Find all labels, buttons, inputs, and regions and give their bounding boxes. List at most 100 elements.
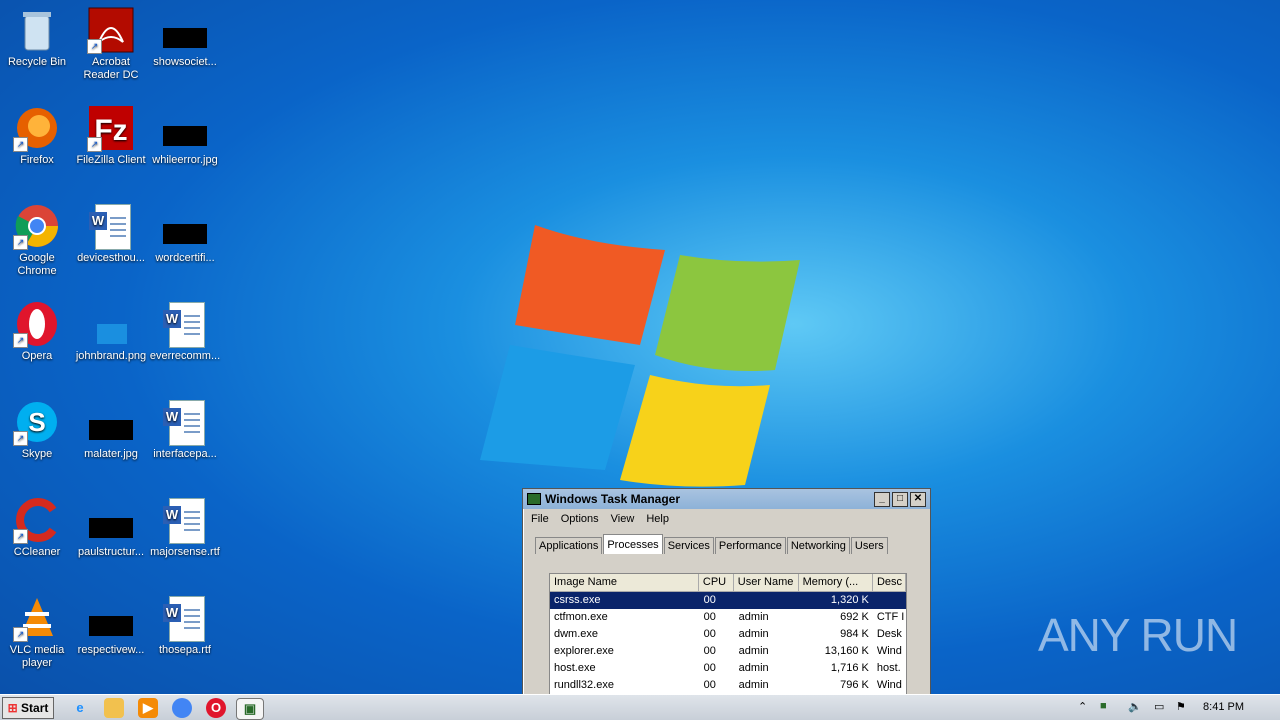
process-row[interactable]: ctfmon.exe 00 admin 692 K CTF I (550, 609, 906, 626)
chrome-icon: ↗ (13, 202, 61, 250)
image-file-icon (161, 202, 209, 250)
process-cell-name: dwm.exe (554, 628, 599, 640)
desktop-icon-thosepa[interactable]: W thosepa.rtf (148, 594, 222, 657)
tab-networking[interactable]: Networking (786, 537, 850, 554)
desktop-icon-acrobat[interactable]: ↗ Acrobat Reader DC (74, 6, 148, 82)
process-cell-user: admin (738, 628, 769, 640)
process-row[interactable]: host.exe 00 admin 1,716 K host. (550, 660, 906, 677)
internet-explorer-icon[interactable]: e (70, 698, 90, 718)
desktop-icon-showsociet[interactable]: showsociet... (148, 6, 222, 69)
chrome-taskbar-icon[interactable] (172, 698, 192, 718)
desktop-icon-vlc[interactable]: ↗ VLC media player (0, 594, 74, 670)
process-row[interactable]: csrss.exe 00 1,320 K (550, 592, 906, 609)
image-file-icon (87, 496, 135, 544)
process-cell-user (735, 592, 801, 609)
desktop-icon-whileerror[interactable]: whileerror.jpg (148, 104, 222, 167)
desktop-icon-recycle-bin[interactable]: Recycle Bin (0, 6, 74, 69)
minimize-button[interactable]: _ (874, 491, 890, 507)
word-doc-icon: W (161, 300, 209, 348)
desktop-icon-everrecomm[interactable]: W everrecomm... (148, 300, 222, 363)
start-button[interactable]: ⊞ Start (2, 697, 54, 719)
clock[interactable]: 8:41 PM (1203, 701, 1244, 713)
volume-icon[interactable]: 🔈 (1128, 700, 1142, 713)
maximize-button[interactable]: □ (892, 491, 908, 507)
process-cell-desc: Desk (876, 628, 902, 640)
close-button[interactable]: ✕ (910, 491, 926, 507)
menu-file[interactable]: File (531, 513, 549, 525)
process-row[interactable]: dwm.exe 00 admin 984 K Desk (550, 626, 906, 643)
tab-services[interactable]: Services (663, 537, 714, 554)
process-cell-name: rundll32.exe (554, 679, 614, 691)
windows-flag-icon: ⊞ (7, 701, 18, 715)
word-doc-icon: W (161, 496, 209, 544)
desktop-icon-skype[interactable]: S ↗ Skype (0, 398, 74, 461)
process-row[interactable]: rundll32.exe 00 admin 796 K Wind (550, 677, 906, 694)
tab-performance[interactable]: Performance (714, 537, 786, 554)
desktop-icon-devicesthou[interactable]: W devicesthou... (74, 202, 148, 265)
menu-view[interactable]: View (611, 513, 635, 525)
process-cell-cpu: 00 (703, 679, 716, 691)
tab-processes[interactable]: Processes (603, 534, 663, 554)
column-memory[interactable]: Memory (... (799, 574, 873, 591)
column-image-name[interactable]: Image Name (550, 574, 699, 591)
column-user-name[interactable]: User Name (734, 574, 799, 591)
flag-icon[interactable]: ⚑ (1176, 700, 1186, 713)
desktop-icon-ccleaner[interactable]: ↗ CCleaner (0, 496, 74, 559)
process-cell-user: admin (738, 645, 769, 657)
process-cell-cpu: 00 (703, 611, 716, 623)
media-player-icon[interactable]: ▶ (138, 698, 158, 718)
process-cell-mem: 1,716 K (830, 662, 869, 674)
menu-help[interactable]: Help (646, 513, 669, 525)
anyrun-watermark: ANY RUN (1038, 609, 1238, 661)
image-file-icon (87, 398, 135, 446)
network-icon[interactable]: ■ (1100, 700, 1107, 712)
process-cell-cpu: 00 (703, 662, 716, 674)
svg-text:S: S (28, 407, 45, 437)
show-hidden-icons[interactable]: ⌃ (1078, 700, 1087, 713)
monitor-icon[interactable]: ▭ (1154, 700, 1164, 713)
word-doc-icon: W (87, 202, 135, 250)
taskbar: ⊞ Start e ▶ O ▣ ⌃ ■ 🔈 ▭ ⚑ 8:41 PM (0, 694, 1280, 720)
desktop-icon-firefox[interactable]: ↗ Firefox (0, 104, 74, 167)
desktop-icon-opera[interactable]: ↗ Opera (0, 300, 74, 363)
menu-options[interactable]: Options (561, 513, 599, 525)
filezilla-icon: Fz ↗ (87, 104, 135, 152)
desktop-icon-filezilla[interactable]: Fz ↗ FileZilla Client (74, 104, 148, 167)
desktop-icon-google-chrome[interactable]: ↗ Google Chrome (0, 202, 74, 278)
title-bar[interactable]: Windows Task Manager _ □ ✕ (523, 489, 930, 509)
desktop-icon-respectivew[interactable]: respectivew... (74, 594, 148, 657)
acrobat-icon: ↗ (87, 6, 135, 54)
column-description[interactable]: Desc (873, 574, 906, 591)
process-cell-name: explorer.exe (554, 645, 614, 657)
ccleaner-icon: ↗ (13, 496, 61, 544)
column-headers: Image Name CPU User Name Memory (... Des… (550, 574, 906, 592)
desktop-icon-malater[interactable]: malater.jpg (74, 398, 148, 461)
tab-applications[interactable]: Applications (535, 537, 603, 554)
process-cell-name: host.exe (554, 662, 596, 674)
desktop-icon-wordcertifi[interactable]: wordcertifi... (148, 202, 222, 265)
window-title: Windows Task Manager (545, 492, 681, 506)
process-cell-desc: Wind (876, 645, 902, 657)
column-cpu[interactable]: CPU (699, 574, 734, 591)
process-row[interactable]: explorer.exe 00 admin 13,160 K Wind (550, 643, 906, 660)
process-cell-user: admin (738, 679, 769, 691)
process-cell-desc: host. (876, 662, 901, 674)
desktop-icon-majorsense[interactable]: W majorsense.rtf (148, 496, 222, 559)
tab-users[interactable]: Users (850, 537, 888, 554)
word-doc-icon: W (161, 398, 209, 446)
process-cell-user: admin (738, 662, 769, 674)
skype-icon: S ↗ (13, 398, 61, 446)
tab-strip: Applications Processes Services Performa… (535, 534, 889, 554)
task-manager-window[interactable]: Windows Task Manager _ □ ✕ File Options … (522, 488, 931, 720)
desktop-icon-interfacepa[interactable]: W interfacepa... (148, 398, 222, 461)
desktop-icon-johnbrand[interactable]: johnbrand.png (74, 300, 148, 363)
process-cell-mem: 796 K (840, 679, 869, 691)
task-manager-taskbar-icon[interactable]: ▣ (236, 698, 264, 720)
process-cell-mem: 692 K (840, 611, 869, 623)
image-file-icon (161, 6, 209, 54)
file-explorer-icon[interactable] (104, 698, 124, 718)
opera-taskbar-icon[interactable]: O (206, 698, 226, 718)
process-cell-desc: CTF I (876, 611, 905, 623)
process-cell-mem: 984 K (840, 628, 869, 640)
desktop-icon-paulstructur[interactable]: paulstructur... (74, 496, 148, 559)
